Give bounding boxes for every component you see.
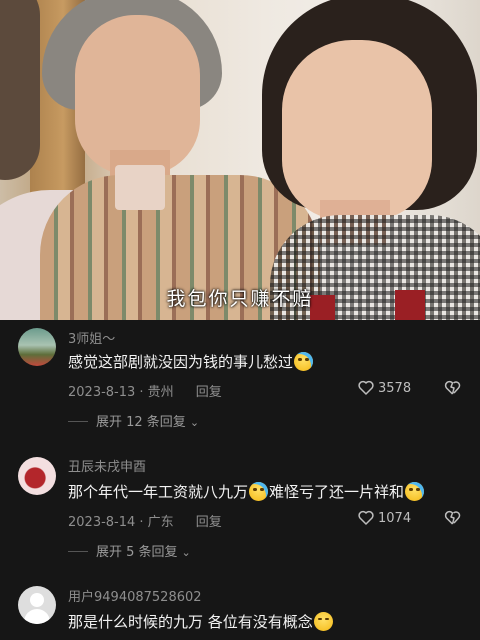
comment-username[interactable]: 用户9494087528602	[68, 586, 202, 605]
video-frame-figure	[115, 165, 165, 210]
heart-icon	[358, 510, 374, 525]
comment-text-content: 那是什么时候的九万 各位有没有概念	[68, 613, 313, 631]
expand-replies-label: 展开 12 条回复	[96, 415, 186, 430]
comment-text: 感觉这部剧就没因为钱的事儿愁过	[68, 351, 314, 372]
expand-replies-button[interactable]: 展开 5 条回复 ⌄	[68, 541, 191, 560]
comment-text-content: 那个年代一年工资就八九万	[68, 483, 249, 501]
comment-username[interactable]: 丑辰未戌申酉	[68, 456, 146, 475]
like-count: 3578	[378, 381, 412, 396]
expand-replies-label: 展开 5 条回复	[96, 545, 178, 560]
expand-replies-button[interactable]: 展开 12 条回复 ⌄	[68, 411, 199, 430]
comment-item: 丑辰未戌申酉 那个年代一年工资就八九万 难怪亏了还一片祥和 2023-8-14 ·…	[0, 448, 480, 568]
comment-text: 那个年代一年工资就八九万 难怪亏了还一片祥和	[68, 481, 425, 502]
divider-line	[68, 551, 88, 552]
video-frame-figure	[282, 40, 432, 220]
comment-date-location: 2023-8-14 · 广东	[68, 515, 174, 530]
avatar-body	[24, 609, 50, 624]
chevron-down-icon: ⌄	[181, 546, 191, 559]
laughing-crying-emoji-icon	[405, 482, 425, 501]
comment-text-content: 感觉这部剧就没因为钱的事儿愁过	[68, 353, 294, 371]
comment-text-content: 难怪亏了还一片祥和	[269, 483, 405, 501]
dislike-button[interactable]	[444, 380, 461, 399]
broken-heart-icon	[444, 380, 461, 395]
video-frame-figure	[0, 0, 40, 180]
comment-meta: 2023-8-14 · 广东 回复	[68, 511, 222, 530]
comment-item: 用户9494087528602 那是什么时候的九万 各位有没有概念	[0, 578, 480, 640]
video-subtitle: 我包你只赚不赔	[166, 288, 314, 310]
heart-icon	[358, 380, 374, 395]
smile-emoji-icon	[313, 612, 333, 631]
broken-heart-icon	[444, 510, 461, 525]
like-count: 1074	[378, 511, 412, 526]
comment-item: 3师姐～ 感觉这部剧就没因为钱的事儿愁过 2023-8-13 · 贵州 回复 35…	[0, 320, 480, 440]
reply-button[interactable]: 回复	[196, 385, 222, 400]
user-avatar[interactable]	[18, 328, 56, 366]
chevron-down-icon: ⌄	[189, 416, 200, 429]
comment-date-location: 2023-8-13 · 贵州	[68, 385, 174, 400]
user-avatar[interactable]	[18, 457, 56, 495]
default-avatar-icon[interactable]	[18, 586, 56, 624]
avatar-head	[30, 593, 44, 607]
comment-meta: 2023-8-13 · 贵州 回复	[68, 381, 222, 400]
dislike-button[interactable]	[444, 510, 461, 529]
like-button[interactable]: 1074	[358, 510, 411, 526]
like-button[interactable]: 3578	[358, 380, 411, 396]
comment-username[interactable]: 3师姐～	[68, 328, 115, 347]
video-player[interactable]: 我包你只赚不赔	[0, 0, 480, 320]
comment-text: 那是什么时候的九万 各位有没有概念	[68, 611, 334, 632]
reply-button[interactable]: 回复	[196, 515, 222, 530]
divider-line	[68, 421, 88, 422]
laughing-crying-emoji-icon	[249, 482, 269, 501]
laughing-crying-emoji-icon	[294, 352, 314, 371]
